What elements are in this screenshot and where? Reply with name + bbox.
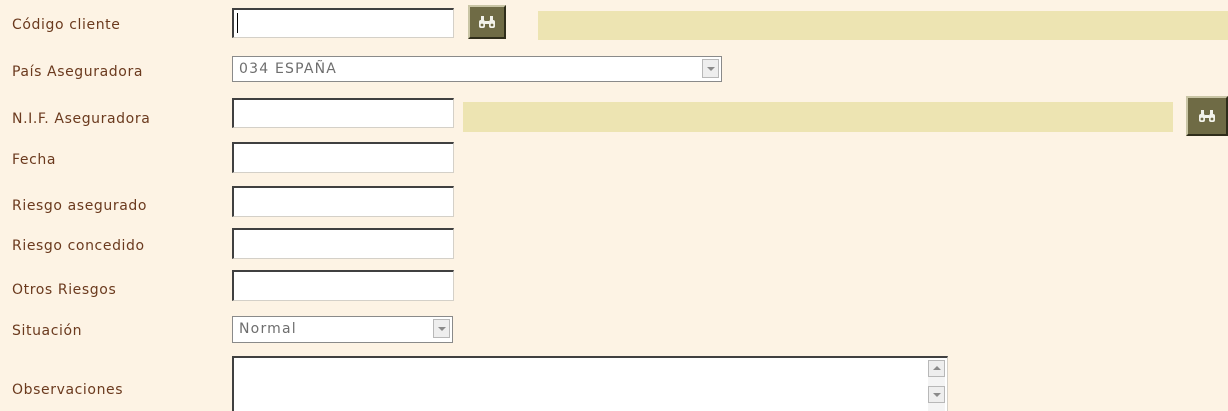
codigo-cliente-search-button[interactable]	[468, 5, 506, 39]
pais-aseguradora-selected: 034 ESPAÑA	[239, 61, 338, 77]
riesgo-concedido-label: Riesgo concedido	[12, 238, 145, 254]
situacion-selected: Normal	[239, 321, 297, 337]
codigo-cliente-label: Código cliente	[12, 17, 121, 33]
riesgo-concedido-input[interactable]	[232, 228, 454, 259]
text-caret	[237, 13, 238, 33]
observaciones-scrollbar[interactable]	[928, 360, 945, 411]
nif-aseguradora-label: N.I.F. Aseguradora	[12, 111, 151, 127]
fecha-label: Fecha	[12, 152, 57, 168]
riesgo-asegurado-label: Riesgo asegurado	[12, 198, 148, 214]
nif-aseguradora-search-button[interactable]	[1186, 96, 1228, 136]
chevron-down-icon[interactable]	[433, 319, 450, 338]
codigo-cliente-description-bar	[538, 11, 1228, 40]
situacion-label: Situación	[12, 323, 83, 339]
binoculars-icon	[1199, 110, 1215, 122]
riesgo-asegurado-input[interactable]	[232, 186, 454, 217]
pais-aseguradora-label: País Aseguradora	[12, 64, 143, 80]
arrow-up-icon[interactable]	[928, 360, 945, 377]
fecha-input[interactable]	[232, 142, 454, 173]
observaciones-label: Observaciones	[12, 382, 124, 398]
otros-riesgos-label: Otros Riesgos	[12, 282, 117, 298]
observaciones-textarea[interactable]	[232, 356, 948, 411]
binoculars-icon	[479, 16, 495, 28]
otros-riesgos-input[interactable]	[232, 270, 454, 301]
nif-aseguradora-description-bar	[463, 102, 1173, 132]
nif-aseguradora-input[interactable]	[232, 98, 454, 128]
situacion-select[interactable]: Normal	[232, 316, 453, 343]
chevron-down-icon[interactable]	[702, 59, 719, 78]
arrow-down-icon[interactable]	[928, 386, 945, 403]
codigo-cliente-input[interactable]	[232, 8, 454, 38]
pais-aseguradora-select[interactable]: 034 ESPAÑA	[232, 56, 722, 82]
